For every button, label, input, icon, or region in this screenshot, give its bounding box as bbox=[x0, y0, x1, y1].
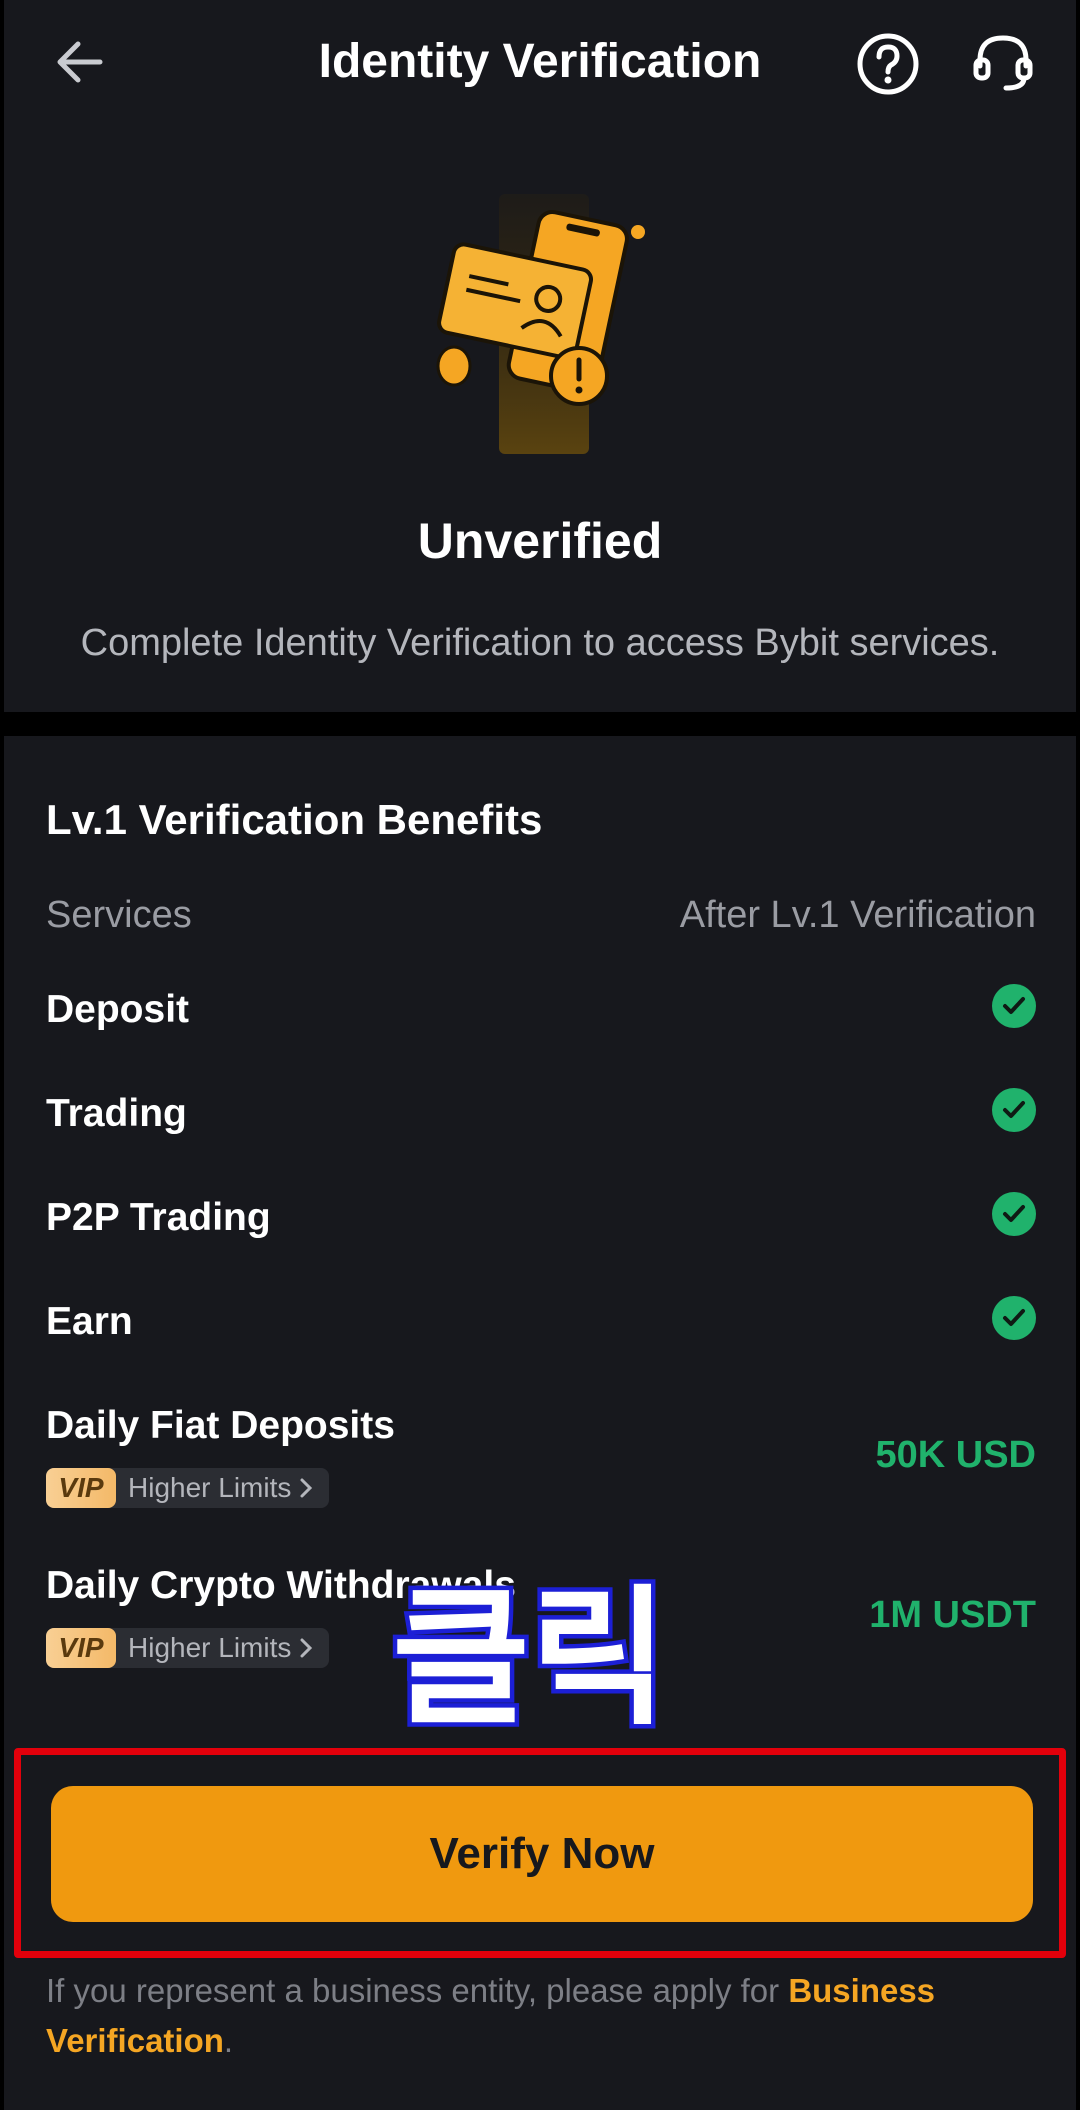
vip-higher-limits-link[interactable]: VIP Higher Limits bbox=[46, 1628, 330, 1668]
help-button[interactable] bbox=[856, 32, 920, 96]
question-circle-icon bbox=[857, 33, 919, 95]
benefit-row-label: P2P Trading bbox=[46, 1196, 271, 1239]
verify-now-button[interactable]: Verify Now bbox=[51, 1786, 1033, 1922]
check-icon bbox=[992, 1088, 1036, 1132]
daily-fiat-deposits-label: Daily Fiat Deposits bbox=[46, 1404, 395, 1447]
benefits-title: Lv.1 Verification Benefits bbox=[46, 796, 543, 843]
daily-crypto-withdrawals-value: 1M USDT bbox=[869, 1594, 1036, 1636]
vip-higher-limits-link[interactable]: VIP Higher Limits bbox=[46, 1468, 330, 1508]
benefit-row-label: Earn bbox=[46, 1300, 133, 1343]
after-verification-column-header: After Lv.1 Verification bbox=[679, 894, 1036, 936]
click-annotation-text: 클릭 bbox=[392, 1572, 668, 1740]
status-panel: Identity Verification Unverified Complet… bbox=[4, 0, 1076, 712]
services-column-header: Services bbox=[46, 894, 192, 936]
chevron-right-icon bbox=[300, 1478, 313, 1498]
daily-fiat-deposits-value: 50K USD bbox=[875, 1434, 1037, 1476]
check-icon bbox=[992, 1296, 1036, 1340]
id-card-phone-illustration bbox=[424, 186, 664, 456]
vip-badge: VIP bbox=[46, 1468, 116, 1508]
vip-link-text: Higher Limits bbox=[128, 1472, 292, 1503]
headset-icon bbox=[973, 35, 1033, 91]
business-note-suffix: . bbox=[223, 2022, 234, 2059]
check-icon bbox=[992, 984, 1036, 1028]
click-annotation-overlay: 클릭 bbox=[390, 1568, 670, 1741]
benefit-row-label: Trading bbox=[46, 1092, 187, 1135]
vip-link-text: Higher Limits bbox=[128, 1632, 292, 1663]
business-verification-note: If you represent a business entity, plea… bbox=[46, 1966, 1036, 2066]
vip-badge: VIP bbox=[46, 1628, 116, 1668]
benefits-panel: Lv.1 Verification Benefits Services Afte… bbox=[4, 736, 1076, 2110]
verification-status-title: Unverified bbox=[417, 513, 663, 569]
verification-status-description: Complete Identity Verification to access… bbox=[80, 622, 1000, 664]
benefit-row-label: Deposit bbox=[46, 988, 190, 1031]
header: Identity Verification bbox=[4, 0, 1076, 124]
customer-support-button[interactable] bbox=[970, 30, 1036, 96]
chevron-right-icon bbox=[300, 1638, 313, 1658]
business-note-text: If you represent a business entity, plea… bbox=[46, 1972, 789, 2009]
check-icon bbox=[992, 1192, 1036, 1236]
